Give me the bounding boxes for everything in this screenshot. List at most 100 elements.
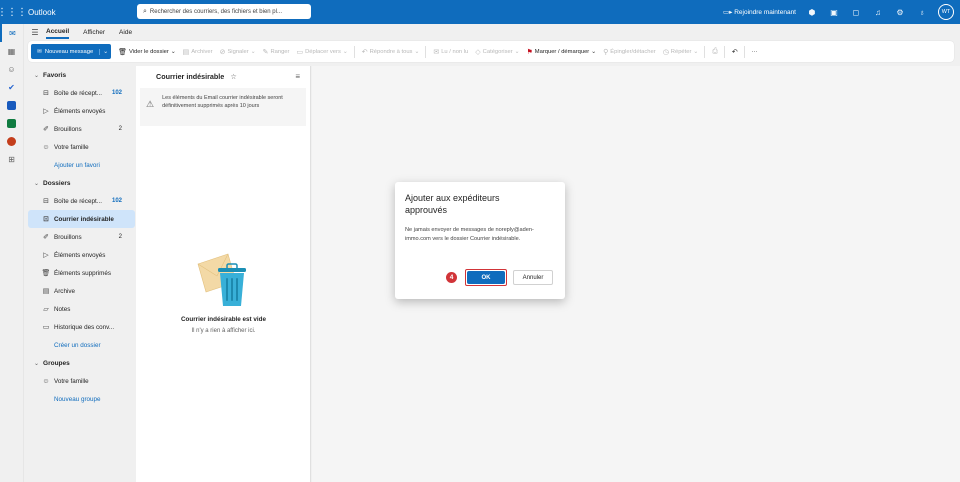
clock-icon: ◷ [662, 48, 669, 56]
tab-accueil[interactable]: Accueil [46, 26, 70, 39]
lightbulb-icon[interactable]: ♁ [916, 8, 928, 17]
printer-icon: ⎙ [712, 47, 718, 55]
folder-item-drafts-favorite[interactable]: ✐ Brouillons 2 [28, 120, 135, 138]
teams-icon[interactable]: ⬢ [806, 8, 818, 17]
favorites-title: Favoris [43, 71, 67, 79]
empty-folder-button[interactable]: 🗑 Vider le dossier ⌄ [118, 48, 176, 56]
app-name[interactable]: Outlook [28, 8, 136, 17]
sweep-button[interactable]: ✎ Ranger [263, 48, 290, 56]
categorize-label: Catégoriser [482, 48, 513, 55]
join-now-button[interactable]: ▭▸ Rejoindre maintenant [723, 8, 796, 16]
bell-icon[interactable]: ♫ [872, 8, 884, 17]
new-message-button[interactable]: ✉ Nouveau message ⌄ [31, 44, 112, 59]
group-item-family[interactable]: ☺ Votre famille [28, 372, 135, 390]
note-icon: ▱ [43, 306, 49, 313]
word-icon[interactable] [0, 96, 23, 114]
folder-item-family-favorite[interactable]: ☺ Votre famille [28, 138, 135, 156]
folder-label: Boîte de récept... [54, 197, 102, 205]
folder-item-inbox[interactable]: ⊟ Boîte de récept... 102 [28, 192, 135, 210]
report-label: Signaler [227, 48, 249, 55]
read-unread-button[interactable]: ✉ Lu / non lu [433, 48, 468, 56]
message-list: Courrier indésirable ☆ ≡ ⚠ Les éléments … [136, 66, 311, 482]
onenote-icon[interactable]: ▣ [828, 8, 840, 17]
tab-aide[interactable]: Aide [119, 27, 132, 38]
avatar[interactable]: WT [938, 4, 954, 20]
powerpoint-icon[interactable] [0, 132, 23, 150]
feedback-icon[interactable]: ◻ [850, 8, 862, 17]
message-list-header: Courrier indésirable ☆ ≡ [136, 66, 310, 86]
folder-item-deleted[interactable]: 🗑 Éléments supprimés [28, 264, 135, 282]
group-label: Votre famille [54, 377, 89, 385]
dialog-title: Ajouter aux expéditeurs approuvés [405, 193, 500, 215]
folder-label: Éléments envoyés [54, 251, 106, 259]
undo-button[interactable]: ↶ [732, 48, 738, 56]
folder-item-archive[interactable]: ▤ Archive [28, 282, 135, 300]
read-unread-label: Lu / non lu [441, 48, 469, 55]
archive-button[interactable]: ▤ Archiver [183, 48, 213, 56]
folder-item-inbox-favorite[interactable]: ⊟ Boîte de récept... 102 [28, 84, 135, 102]
compose-icon: ✉ [37, 48, 42, 55]
reply-all-button[interactable]: ↶ Répondre à tous ⌄ [362, 48, 420, 56]
empty-folder-label: Vider le dossier [128, 48, 169, 55]
chevron-down-icon: ⌄ [34, 72, 40, 79]
undo-icon: ↶ [731, 48, 738, 56]
groups-header[interactable]: ⌄ Groupes [28, 354, 135, 372]
mail-icon[interactable]: ✉ [0, 24, 23, 42]
warning-text: Les éléments du Email courrier indésirab… [162, 95, 283, 109]
empty-subtitle: Il n'y a rien à afficher ici. [191, 328, 256, 334]
folder-item-notes[interactable]: ▱ Notes [28, 300, 135, 318]
gear-icon[interactable]: ⚙ [894, 8, 906, 17]
report-button[interactable]: ⊘ Signaler ⌄ [220, 48, 256, 56]
pin-button[interactable]: ⚲ Épingler/détacher [603, 48, 656, 56]
star-icon[interactable]: ☆ [230, 72, 236, 81]
folder-label: Archive [54, 287, 75, 295]
more-options-button[interactable]: ··· [752, 49, 758, 55]
hamburger-icon[interactable]: ☰ [24, 28, 46, 37]
move-to-label: Déplacer vers [305, 48, 341, 55]
folder-title: Courrier indésirable [156, 71, 225, 81]
draft-count: 2 [118, 126, 122, 132]
new-group-link[interactable]: Nouveau groupe [28, 390, 135, 408]
folder-icon: ▭ [42, 324, 50, 331]
categorize-button[interactable]: ◇ Catégoriser ⌄ [475, 48, 519, 56]
divider [425, 45, 427, 58]
add-favorite-link[interactable]: Ajouter un favori [28, 156, 135, 174]
search-box[interactable]: ⌕ Rechercher des courriers, des fichiers… [137, 4, 311, 19]
ok-highlight: OK [465, 269, 507, 286]
folder-item-sent[interactable]: ▷ Éléments envoyés [28, 246, 135, 264]
app-rail: ✉ ▦ ☺ ✔ ⊞ [0, 24, 24, 482]
new-message-dropdown-icon[interactable]: ⌄ [99, 48, 111, 55]
people-icon[interactable]: ☺ [0, 60, 23, 78]
cancel-button[interactable]: Annuler [513, 270, 553, 285]
print-button[interactable]: ⎙ [712, 48, 718, 56]
filter-icon[interactable]: ≡ [295, 72, 300, 81]
folder-item-conversation-history[interactable]: ▭ Historique des conv... [28, 318, 135, 336]
folder-move-icon: ▭ [296, 48, 304, 56]
folder-item-sent-favorite[interactable]: ▷ Éléments envoyés [28, 102, 135, 120]
snooze-button[interactable]: ◷ Répéter ⌄ [663, 48, 699, 56]
folder-label: Boîte de récept... [54, 89, 102, 97]
divider [723, 45, 725, 58]
groups-title: Groupes [43, 359, 70, 367]
folders-header[interactable]: ⌄ Dossiers [28, 174, 135, 192]
move-to-button[interactable]: ▭ Déplacer vers ⌄ [296, 48, 347, 56]
flag-icon: ⚑ [526, 48, 533, 56]
calendar-icon[interactable]: ▦ [0, 42, 23, 60]
ribbon-toolbar: ✉ Nouveau message ⌄ 🗑 Vider le dossier ⌄ ▤… [28, 41, 954, 62]
app-launcher-icon[interactable]: ⋮⋮⋮ [0, 0, 27, 24]
apps-icon[interactable]: ⊞ [0, 150, 23, 168]
trash-icon: 🗑 [118, 48, 127, 56]
folder-item-junk[interactable]: ⊡ Courrier indésirable [28, 210, 135, 228]
favorites-header[interactable]: ⌄ Favoris [28, 66, 135, 84]
archive-label: Archiver [191, 48, 213, 55]
folder-item-drafts[interactable]: ✐ Brouillons 2 [28, 228, 135, 246]
tab-afficher[interactable]: Afficher [83, 27, 105, 38]
junk-warning-banner: ⚠ Les éléments du Email courrier indésir… [140, 88, 306, 126]
todo-icon[interactable]: ✔ [0, 78, 23, 96]
flag-button[interactable]: ⚑ Marquer / démarquer ⌄ [527, 48, 597, 56]
archive-icon: ▤ [182, 48, 190, 56]
broom-icon: ✎ [262, 48, 269, 56]
excel-icon[interactable] [0, 114, 23, 132]
ok-button[interactable]: OK [467, 271, 505, 284]
create-folder-link[interactable]: Créer un dossier [28, 336, 135, 354]
